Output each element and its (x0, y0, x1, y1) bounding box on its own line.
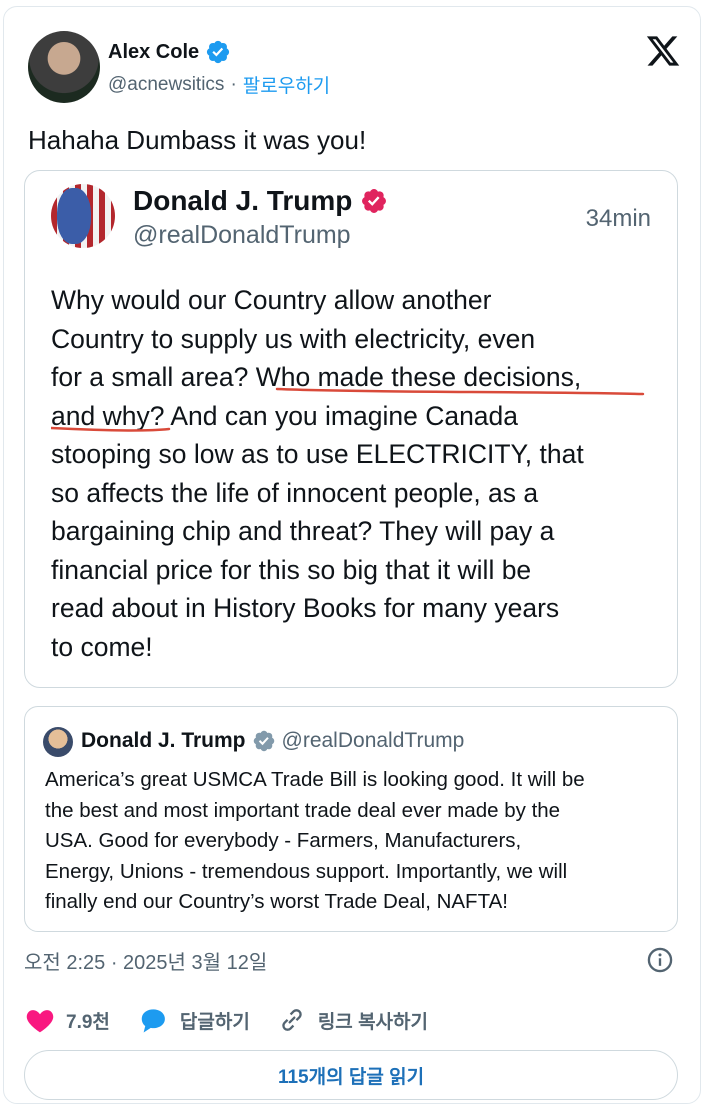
reply-label: 답글하기 (179, 1011, 250, 1033)
quoted-tweet-body: America’s great USMCA Trade Bill is look… (45, 765, 665, 918)
verified-badge-icon (362, 189, 387, 213)
author-name[interactable]: Alex Cole (108, 41, 199, 64)
author-avatar[interactable] (28, 31, 100, 103)
body-line: financial price for this so big that it … (51, 554, 532, 585)
quoted-name-row: Donald J. Trump (133, 185, 388, 217)
heart-icon (26, 1010, 54, 1033)
info-icon[interactable] (646, 946, 674, 974)
separator: · (230, 73, 237, 95)
body-line: so affects the life of innocent people, … (51, 477, 539, 508)
x-logo-icon[interactable] (644, 33, 682, 69)
follow-button[interactable]: 팔로우하기 (243, 71, 330, 98)
likes-count: 7.9천 (66, 1011, 110, 1033)
author-handle[interactable]: @acnewsitics (108, 74, 224, 96)
reply-button[interactable]: 답글하기 (138, 1006, 250, 1034)
body-line: Why would our Country allow another (51, 285, 492, 315)
body-line: the best and most important trade deal e… (45, 798, 561, 822)
quoted-tweet-primary[interactable]: Donald J. Trump @realDonaldTrump 34min W… (24, 170, 678, 688)
body-line: Country to supply us with electricity, e… (51, 323, 536, 354)
quoted-author-handle[interactable]: @realDonaldTrump (282, 729, 465, 753)
quoted-author-name[interactable]: Donald J. Trump (133, 185, 352, 217)
quoted-author-name[interactable]: Donald J. Trump (81, 729, 246, 753)
copy-link-label: 링크 복사하기 (317, 1011, 428, 1033)
body-line: America’s great USMCA Trade Bill is look… (45, 768, 585, 791)
quoted-name-row: Donald J. Trump @realDonaldTrump (81, 729, 464, 753)
action-bar: 7.9천 답글하기 링크 복사하기 (26, 1006, 456, 1034)
verified-badge-icon (253, 730, 274, 752)
quoted-author-avatar[interactable] (43, 727, 73, 757)
link-icon (282, 1009, 302, 1031)
quoted-time[interactable]: 34min (586, 205, 651, 233)
tweet-text: Hahaha Dumbass it was you! (28, 125, 367, 155)
quoted-author-handle[interactable]: @realDonaldTrump (133, 221, 351, 250)
body-line: Energy, Unions - tremendous support. Imp… (45, 859, 568, 883)
author-name-row: Alex Cole (108, 39, 231, 65)
body-line: finally end our Country’s worst Trade De… (45, 890, 508, 913)
quoted-tweet-body: Why would our Country allow another Coun… (51, 281, 671, 666)
quoted-author-avatar[interactable] (51, 184, 115, 248)
verified-badge-icon (207, 40, 230, 64)
copy-link-button[interactable]: 링크 복사하기 (278, 1006, 428, 1034)
body-line: to come! (51, 631, 153, 662)
author-handle-row: @acnewsitics · 팔로우하기 (108, 71, 330, 98)
body-line: and why? And can you imagine Canada (51, 400, 519, 431)
body-line: for a small area? Who made these decisio… (51, 362, 582, 392)
body-line: read about in History Books for many yea… (51, 593, 560, 623)
quoted-tweet-secondary[interactable]: Donald J. Trump @realDonaldTrump America… (24, 706, 678, 932)
reply-bubble-icon (141, 1009, 165, 1033)
tweet-timestamp[interactable]: 오전 2:25 · 2025년 3월 12일 (24, 946, 267, 975)
read-replies-button[interactable]: 115개의 답글 읽기 (24, 1050, 678, 1100)
body-line: bargaining chip and threat? They will pa… (51, 516, 555, 546)
like-button[interactable]: 7.9천 (26, 1007, 110, 1034)
body-line: stooping so low as to use ELECTRICITY, t… (51, 439, 584, 469)
body-line: USA. Good for everybody - Farmers, Manuf… (45, 829, 522, 852)
